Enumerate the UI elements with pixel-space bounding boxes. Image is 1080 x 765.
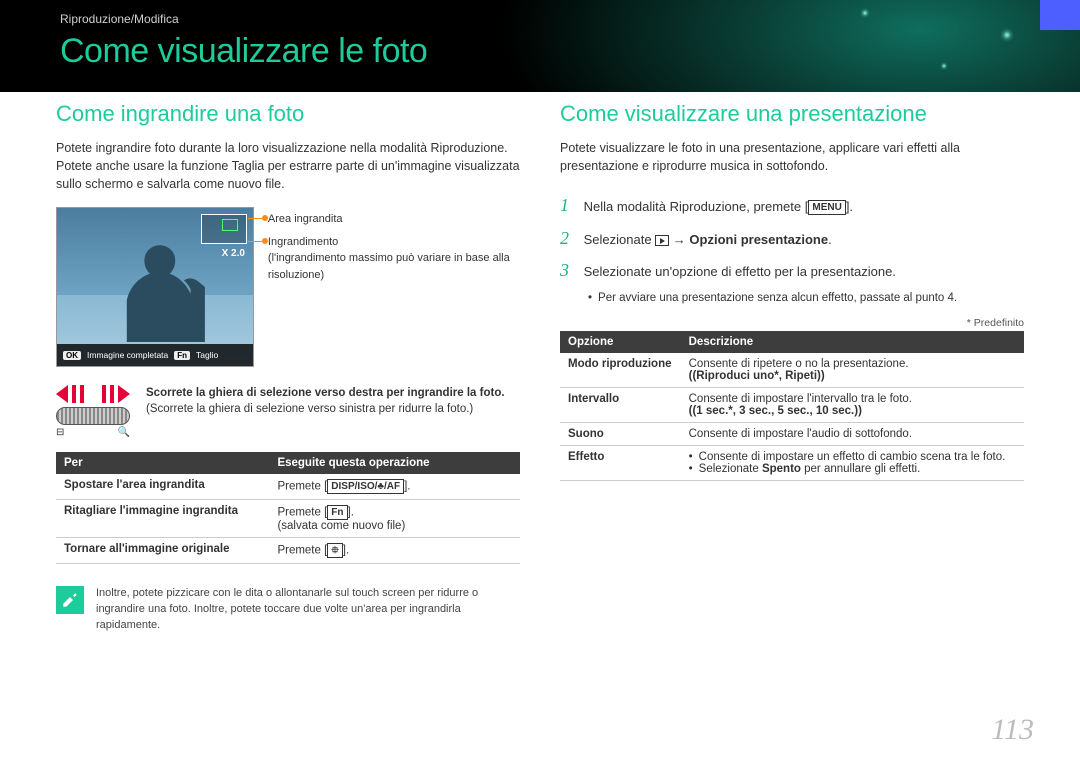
options-table: Opzione Descrizione Modo riproduzione Co…	[560, 331, 1024, 481]
selection-wheel-icon	[56, 407, 130, 425]
page-number: 113	[991, 713, 1034, 747]
table-row: Modo riproduzione Consente di ripetere o…	[560, 353, 1024, 388]
content-area: Come ingrandire una foto Potete ingrandi…	[0, 71, 1080, 634]
zoom-out-icon: ⊟	[56, 427, 64, 438]
ok-joystick-icon: ⯐	[327, 543, 343, 558]
wheel-text: Scorrete la ghiera di selezione verso de…	[146, 385, 505, 417]
step-3-note: Per avviare una presentazione senza alcu…	[588, 288, 1024, 309]
page-header: Riproduzione/Modifica Come visualizzare …	[0, 0, 1080, 71]
playback-menu-icon	[655, 235, 669, 246]
arrow-bar	[102, 385, 106, 403]
step-2: 2 Selezionate → Opzioni presentazione.	[560, 222, 1024, 254]
step-3: 3 Selezionate un'opzione di effetto per …	[560, 254, 1024, 309]
page-title: Come visualizzare le foto	[60, 32, 1080, 71]
screenshot-legend: Area ingrandita Ingrandimento(l'ingrandi…	[268, 207, 520, 367]
step-number: 1	[560, 189, 580, 221]
table-row: Suono Consente di impostare l'audio di s…	[560, 423, 1024, 446]
step-number: 2	[560, 222, 580, 254]
table-header-desc: Descrizione	[681, 331, 1024, 353]
table-header-do: Eseguite questa operazione	[269, 452, 520, 474]
wheel-title: Scorrete la ghiera di selezione verso de…	[146, 387, 505, 399]
left-column: Come ingrandire una foto Potete ingrandi…	[56, 101, 520, 634]
intro-text: Potete ingrandire foto durante la loro v…	[56, 139, 520, 193]
menu-button-icon: MENU	[808, 200, 845, 215]
zoom-value: X 2.0	[222, 248, 245, 259]
fn-label: Taglio	[196, 350, 218, 360]
wheel-arrows	[56, 385, 130, 403]
touch-note: Inoltre, potete pizzicare con le dita o …	[56, 586, 520, 634]
wheel-graphic: ⊟🔍	[56, 385, 130, 438]
pen-note-icon	[56, 586, 84, 614]
leader-line	[248, 218, 264, 219]
arrow-bar	[72, 385, 76, 403]
leader-line	[248, 241, 264, 242]
camera-status-bar: OK Immagine completata Fn Taglio	[57, 344, 253, 366]
zoom-in-icon: 🔍	[118, 427, 130, 438]
legend-zoom: Ingrandimento(l'ingrandimento massimo pu…	[268, 234, 520, 284]
steps-list: 1 Nella modalità Riproduzione, premete […	[560, 189, 1024, 309]
intro-text: Potete visualizzare le foto in una prese…	[560, 139, 1024, 175]
screenshot-with-legend: X 2.0 OK Immagine completata Fn Taglio A…	[56, 207, 520, 367]
wheel-instruction: ⊟🔍 Scorrete la ghiera di selezione verso…	[56, 385, 520, 438]
arrow-bar	[80, 385, 84, 403]
section-title-enlarge: Come ingrandire una foto	[56, 101, 520, 127]
fn-button-icon: Fn	[327, 505, 347, 520]
zoom-minimap	[201, 214, 247, 244]
actions-table: Per Eseguite questa operazione Spostare …	[56, 452, 520, 564]
table-row: Intervallo Consente di impostare l'inter…	[560, 388, 1024, 423]
disp-iso-af-button-icon: DISP/ISO/♣/AF	[327, 479, 404, 494]
right-column: Come visualizzare una presentazione Pote…	[560, 101, 1024, 634]
step-1: 1 Nella modalità Riproduzione, premete […	[560, 189, 1024, 221]
table-row: Tornare all'immagine originale Premete […	[56, 538, 520, 564]
breadcrumb: Riproduzione/Modifica	[60, 12, 1080, 26]
table-header-option: Opzione	[560, 331, 681, 353]
corner-ribbon	[1040, 0, 1080, 30]
table-row: Ritagliare l'immagine ingrandita Premete…	[56, 500, 520, 538]
section-title-slideshow: Come visualizzare una presentazione	[560, 101, 1024, 127]
step-number: 3	[560, 254, 580, 286]
table-header-for: Per	[56, 452, 269, 474]
ok-key-icon: OK	[63, 351, 81, 360]
fn-key-icon: Fn	[174, 351, 190, 360]
arrow-left-icon	[56, 385, 68, 403]
wheel-subtitle: (Scorrete la ghiera di selezione verso s…	[146, 403, 473, 415]
camera-screenshot: X 2.0 OK Immagine completata Fn Taglio	[56, 207, 254, 367]
table-row: Effetto •Consente di impostare un effett…	[560, 446, 1024, 481]
legend-area: Area ingrandita	[268, 211, 520, 228]
arrow-bar	[110, 385, 114, 403]
table-row: Spostare l'area ingrandita Premete [DISP…	[56, 474, 520, 500]
note-text: Inoltre, potete pizzicare con le dita o …	[96, 586, 520, 634]
arrow-right-icon	[118, 385, 130, 403]
silhouette-figure	[107, 232, 217, 342]
zoom-minimap-viewport	[222, 219, 238, 231]
predefined-note: * Predefinito	[560, 317, 1024, 329]
ok-label: Immagine completata	[87, 350, 168, 360]
wheel-zoom-icons: ⊟🔍	[56, 427, 130, 438]
